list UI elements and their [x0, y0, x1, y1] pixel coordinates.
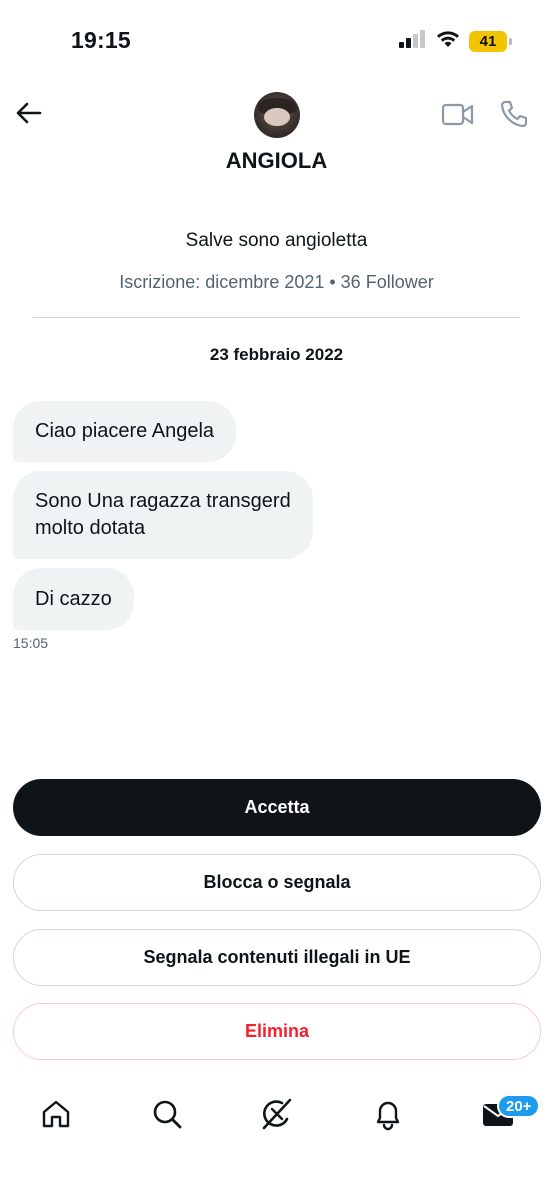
message-text: Di cazzo	[35, 587, 112, 610]
message-text: Ciao piacere Angela	[35, 420, 215, 442]
message-bubble[interactable]: Sono Una ragazza transgerd molto dotata	[13, 471, 313, 559]
message-bubble[interactable]: Ciao piacere Angela	[13, 401, 237, 462]
video-call-icon	[441, 103, 475, 133]
signal-icon	[399, 29, 427, 53]
accept-button-label: Accetta	[244, 797, 310, 817]
accept-button[interactable]: Accetta	[13, 779, 541, 836]
block-or-report-label: Blocca o segnala	[203, 872, 351, 892]
nav-notifications[interactable]	[371, 1098, 405, 1134]
nav-home[interactable]	[39, 1098, 73, 1134]
phone-call-icon	[499, 100, 529, 133]
report-illegal-content-label: Segnala contenuti illegali in UE	[143, 947, 411, 967]
message-text: Sono Una ragazza transgerd molto dotata	[35, 488, 291, 542]
block-or-report-button[interactable]: Blocca o segnala	[13, 854, 541, 911]
video-call-button[interactable]	[441, 101, 475, 129]
profile-meta: Iscrizione: dicembre 2021 • 36 Follower	[119, 272, 434, 292]
grok-icon	[260, 1097, 294, 1136]
nav-grok[interactable]	[260, 1098, 294, 1134]
home-icon	[40, 1098, 72, 1135]
divider	[33, 317, 520, 318]
message-text-line: molto dotata	[35, 517, 146, 539]
bell-icon	[372, 1097, 404, 1136]
back-arrow-icon	[16, 102, 42, 129]
phone-call-button[interactable]	[499, 99, 529, 129]
avatar-face	[264, 108, 290, 126]
status-time: 19:15	[71, 27, 131, 53]
profile-bio: Salve sono angioletta	[185, 230, 368, 251]
search-icon	[151, 1098, 183, 1135]
avatar[interactable]	[254, 92, 300, 138]
date-separator: 23 febbraio 2022	[209, 345, 344, 364]
contact-name[interactable]: ANGIOLA	[0, 148, 553, 174]
message-bubble[interactable]: Di cazzo	[13, 568, 134, 630]
delete-button-label: Elimina	[244, 1021, 310, 1041]
status-icons: 41	[399, 29, 512, 53]
message-text-line: Sono Una ragazza transgerd	[35, 490, 291, 512]
delete-button[interactable]: Elimina	[13, 1003, 541, 1060]
message-timestamp: 15:05	[13, 635, 49, 651]
nav-search[interactable]	[150, 1098, 184, 1134]
battery-indicator: 41	[469, 30, 512, 52]
back-button[interactable]	[14, 100, 44, 130]
wifi-icon	[436, 30, 460, 53]
messages-badge: 20+	[497, 1094, 541, 1118]
report-illegal-content-button[interactable]: Segnala contenuti illegali in UE	[13, 929, 541, 986]
